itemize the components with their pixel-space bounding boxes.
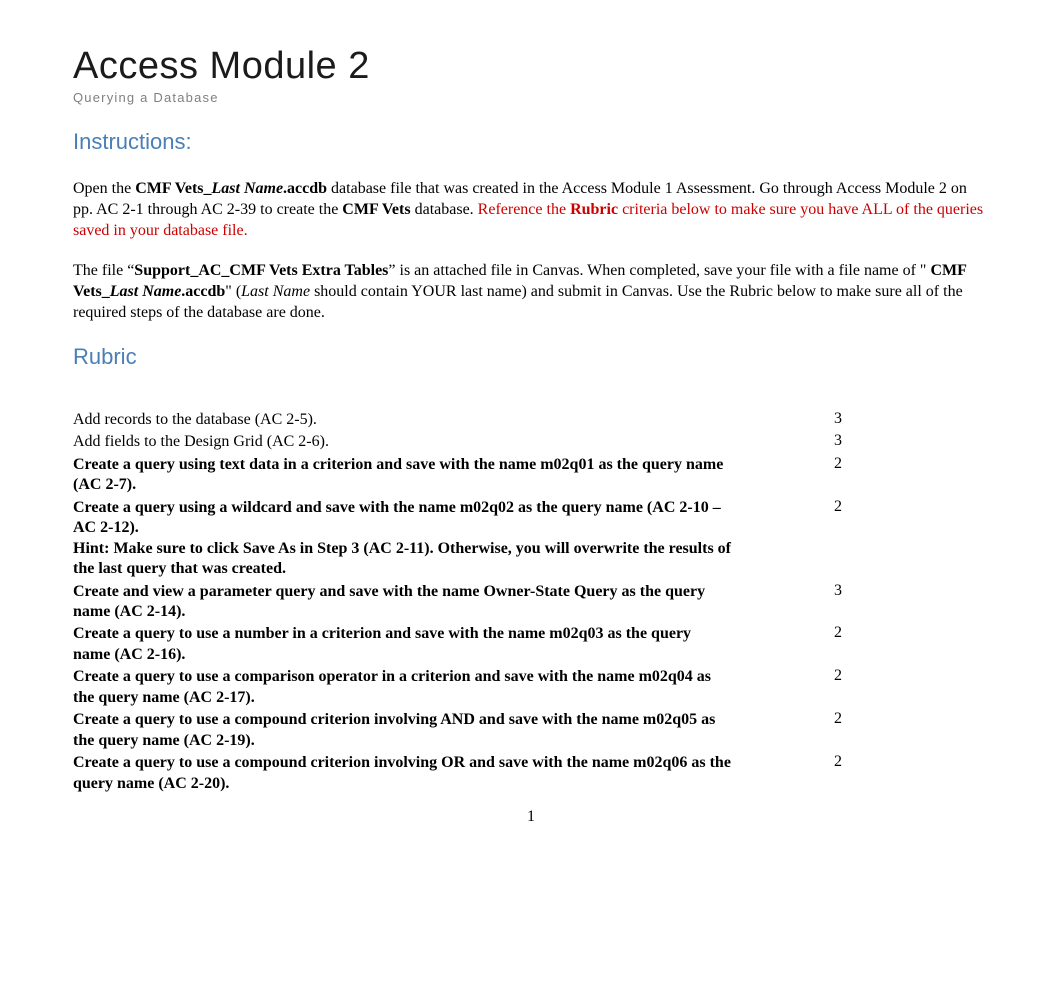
rubric-row: Create and view a parameter query and sa… [73,582,989,623]
instructions-paragraph-1: Open the CMF Vets_Last Name.accdb databa… [73,179,989,241]
text-bold: .accdb [181,283,225,300]
rubric-table: Add records to the database (AC 2-5).3Ad… [73,410,989,794]
rubric-points: 2 [731,710,834,728]
rubric-points: 2 [731,498,834,516]
rubric-description: Add records to the database (AC 2-5). [73,410,731,430]
text-red: Reference the [478,201,570,218]
instructions-heading: Instructions: [73,129,989,155]
rubric-points: 2 [731,455,834,473]
rubric-row: Create a query using a wildcard and save… [73,498,989,580]
instructions-paragraph-2: The file “Support_AC_CMF Vets Extra Tabl… [73,261,989,323]
text: The file “ [73,262,134,279]
rubric-row: Add records to the database (AC 2-5).3 [73,410,989,430]
rubric-description: Create and view a parameter query and sa… [73,582,731,623]
rubric-heading: Rubric [73,344,989,370]
rubric-description: Create a query to use a compound criteri… [73,710,731,751]
text: database. [411,201,478,218]
text-bold-italic: Last Name [212,180,284,197]
rubric-points: 2 [731,667,834,685]
rubric-row: Create a query to use a comparison opera… [73,667,989,708]
text-bold: Support_AC_CMF Vets Extra Tables [134,262,388,279]
rubric-description: Create a query using text data in a crit… [73,455,731,496]
rubric-points: 3 [731,582,834,600]
rubric-row: Create a query to use a compound criteri… [73,753,989,794]
text: ” is an attached file in Canvas. When co… [388,262,930,279]
rubric-description: Create a query using a wildcard and save… [73,498,731,580]
rubric-points: 2 [731,624,834,642]
page-title: Access Module 2 [73,45,989,88]
rubric-points: 3 [731,432,834,450]
rubric-description: Create a query to use a number in a crit… [73,624,731,665]
text-bold: .accdb [283,180,327,197]
text-bold: CMF Vets [342,201,410,218]
rubric-row: Create a query using text data in a crit… [73,455,989,496]
rubric-description: Create a query to use a compound criteri… [73,753,731,794]
rubric-points: 2 [731,753,834,771]
text: " ( [225,283,241,300]
rubric-description: Add fields to the Design Grid (AC 2-6). [73,432,731,452]
rubric-row: Create a query to use a number in a crit… [73,624,989,665]
text: Open the [73,180,135,197]
rubric-row: Add fields to the Design Grid (AC 2-6).3 [73,432,989,452]
text-bold: CMF Vets_ [135,180,211,197]
page-number: 1 [73,808,989,826]
page-subtitle: Querying a Database [73,90,989,105]
text-bold-italic: Last Name [110,283,182,300]
rubric-points: 3 [731,410,834,428]
text-red-bold: Rubric [570,201,618,218]
rubric-row: Create a query to use a compound criteri… [73,710,989,751]
text-italic: Last Name [241,283,310,300]
rubric-description: Create a query to use a comparison opera… [73,667,731,708]
